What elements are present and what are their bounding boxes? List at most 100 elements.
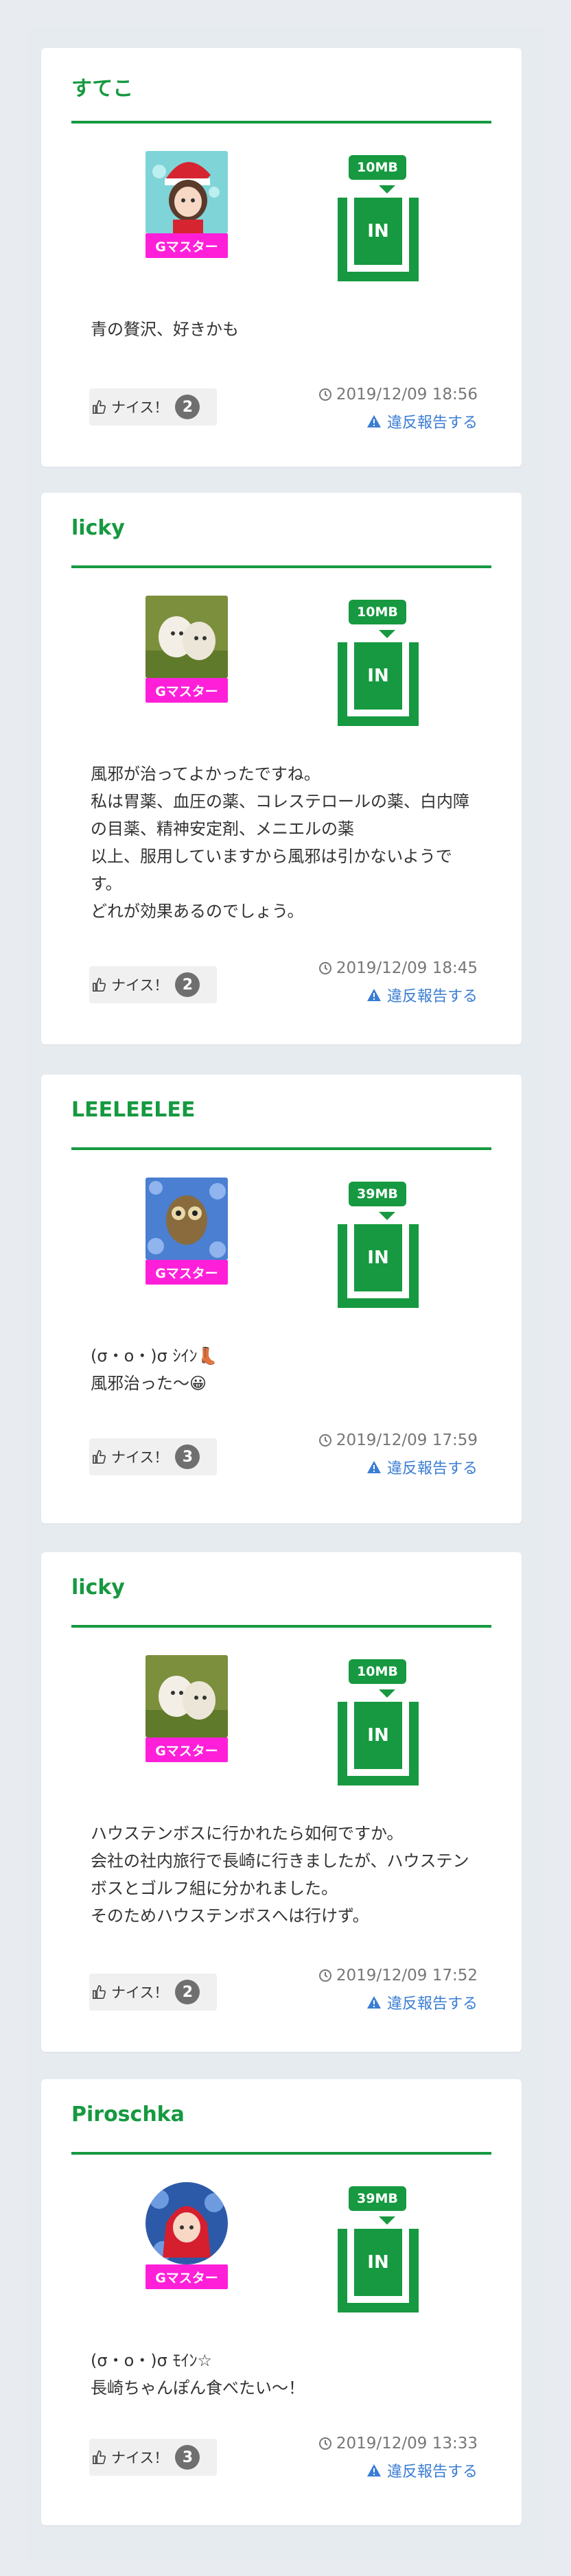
post-timestamp: 2019/12/09 17:59 [318, 1431, 478, 1449]
red-hood-girl-avatar-icon [145, 2182, 228, 2264]
clock-icon [318, 2437, 331, 2450]
nice-count: 2 [175, 972, 200, 997]
post-card: licky Gマスター 10MB IN ハウステンボスに行かれたら如何ですか。 … [41, 1552, 522, 2052]
report-text: 違反報告する [386, 988, 478, 1005]
warning-icon [366, 1461, 381, 1473]
report-text: 違反報告する [386, 2463, 478, 2481]
nice-button[interactable]: ナイス！ 3 [89, 1438, 217, 1475]
clock-icon [318, 388, 331, 401]
post-username[interactable]: LEELEELEE [71, 1098, 195, 1122]
report-link[interactable]: 違反報告する [366, 410, 478, 432]
thumbs-up-icon [93, 1450, 106, 1464]
arrow-down-icon [379, 2216, 395, 2225]
g-master-badge: Gマスター [145, 2264, 228, 2289]
post-username[interactable]: licky [71, 516, 125, 540]
post-message: 風邪が治ってよかったですね。 私は胃薬、血圧の薬、コレステロールの薬、白内障の目… [91, 764, 469, 921]
nice-label: ナイス！ [111, 2450, 169, 2466]
report-link[interactable]: 違反報告する [366, 1991, 478, 2013]
post-timestamp: 2019/12/09 18:56 [318, 386, 478, 403]
nice-count: 2 [175, 1980, 200, 2004]
avatar[interactable] [145, 1655, 228, 1737]
in-label: IN [354, 2229, 402, 2296]
report-link[interactable]: 違反報告する [366, 2459, 478, 2481]
post-timestamp: 2019/12/09 18:45 [318, 959, 478, 977]
report-text: 違反報告する [386, 1995, 478, 2013]
data-size-label: 10MB [349, 155, 406, 180]
thumbs-up-icon [93, 400, 106, 414]
clock-icon [318, 1434, 331, 1447]
g-master-badge: Gマスター [145, 678, 228, 703]
timestamp-text: 2019/12/09 17:52 [336, 1967, 478, 1984]
in-label: IN [354, 1224, 402, 1291]
arrow-down-icon [379, 185, 395, 194]
divider [71, 1625, 491, 1628]
data-in-box: IN [338, 1224, 419, 1308]
owl-flowers-avatar-icon [145, 1178, 228, 1260]
report-text: 違反報告する [386, 414, 478, 432]
nice-count: 3 [175, 2445, 200, 2470]
clock-icon [318, 962, 331, 974]
avatar[interactable] [145, 1178, 228, 1260]
avatar[interactable] [145, 596, 228, 678]
data-in-box: IN [338, 2229, 419, 2312]
post-message: 青の贅沢、好きかも [91, 320, 239, 339]
nice-count: 2 [175, 395, 200, 419]
in-label: IN [354, 198, 402, 265]
nice-label: ナイス！ [111, 399, 169, 416]
data-size-label: 10MB [349, 600, 406, 624]
post-message: ハウステンボスに行かれたら如何ですか。 会社の社内旅行で長崎に行きましたが、ハウ… [91, 1824, 469, 1925]
nice-button[interactable]: ナイス！ 2 [89, 388, 217, 425]
warning-icon [366, 1996, 381, 2009]
nice-label: ナイス！ [111, 1449, 169, 1466]
nice-label: ナイス！ [111, 1984, 169, 2001]
data-size-label: 39MB [349, 2186, 406, 2211]
nice-button[interactable]: ナイス！ 2 [89, 1974, 217, 2011]
g-master-badge: Gマスター [145, 1737, 228, 1762]
nice-button[interactable]: ナイス！ 2 [89, 966, 217, 1003]
nice-label: ナイス！ [111, 977, 169, 994]
post-timestamp: 2019/12/09 13:33 [318, 2435, 478, 2452]
warning-icon [366, 415, 381, 428]
post-username[interactable]: licky [71, 1576, 125, 1600]
nice-count: 3 [175, 1444, 200, 1469]
data-size-label: 10MB [349, 1659, 406, 1684]
arrow-down-icon [379, 1212, 395, 1220]
post-card: licky Gマスター 10MB IN 風邪が治ってよかったですね。 私は胃薬、… [41, 493, 522, 1044]
warning-icon [366, 2464, 381, 2477]
arrow-down-icon [379, 630, 395, 638]
clock-icon [318, 1969, 331, 1982]
avatar[interactable] [145, 2182, 228, 2264]
divider [71, 2152, 491, 2155]
report-text: 違反報告する [386, 1460, 478, 1477]
post-message: (σ・o・)σ ｼｲﾝ👢 風邪治った〜😀 [91, 1346, 218, 1393]
divider [71, 1147, 491, 1150]
data-in-box: IN [338, 642, 419, 726]
in-label: IN [354, 642, 402, 710]
thumbs-up-icon [93, 1985, 106, 1999]
post-card: Piroschka Gマスター 39MB IN (σ・o・)σ ﾓｲﾝ☆ 長崎ち… [41, 2079, 522, 2525]
report-link[interactable]: 違反報告する [366, 984, 478, 1006]
warning-icon [366, 989, 381, 1001]
data-in-box: IN [338, 1702, 419, 1785]
timestamp-text: 2019/12/09 18:56 [336, 386, 478, 403]
santa-girl-avatar-icon [145, 151, 228, 233]
post-username[interactable]: すてこ [71, 71, 133, 102]
nice-button[interactable]: ナイス！ 3 [89, 2439, 217, 2476]
post-message: (σ・o・)σ ﾓｲﾝ☆ 長崎ちゃんぽん食べたい〜！ [91, 2351, 305, 2398]
thumbs-up-icon [93, 978, 106, 992]
arrow-down-icon [379, 1689, 395, 1698]
report-link[interactable]: 違反報告する [366, 1456, 478, 1478]
avatar[interactable] [145, 151, 228, 233]
post-timestamp: 2019/12/09 17:52 [318, 1967, 478, 1984]
g-master-badge: Gマスター [145, 1260, 228, 1285]
data-in-box: IN [338, 198, 419, 281]
timestamp-text: 2019/12/09 18:45 [336, 959, 478, 977]
post-username[interactable]: Piroschka [71, 2103, 185, 2127]
in-label: IN [354, 1702, 402, 1769]
g-master-badge: Gマスター [145, 233, 228, 258]
divider [71, 565, 491, 568]
post-card: すてこ Gマスター 10MB IN 青の贅沢、好きかも ナイス！ 2 2019/… [41, 48, 522, 467]
thumbs-up-icon [93, 2450, 106, 2464]
divider [71, 121, 491, 124]
post-card: LEELEELEE Gマスター 39MB IN (σ・o・)σ ｼｲﾝ👢 風邪治… [41, 1075, 522, 1523]
